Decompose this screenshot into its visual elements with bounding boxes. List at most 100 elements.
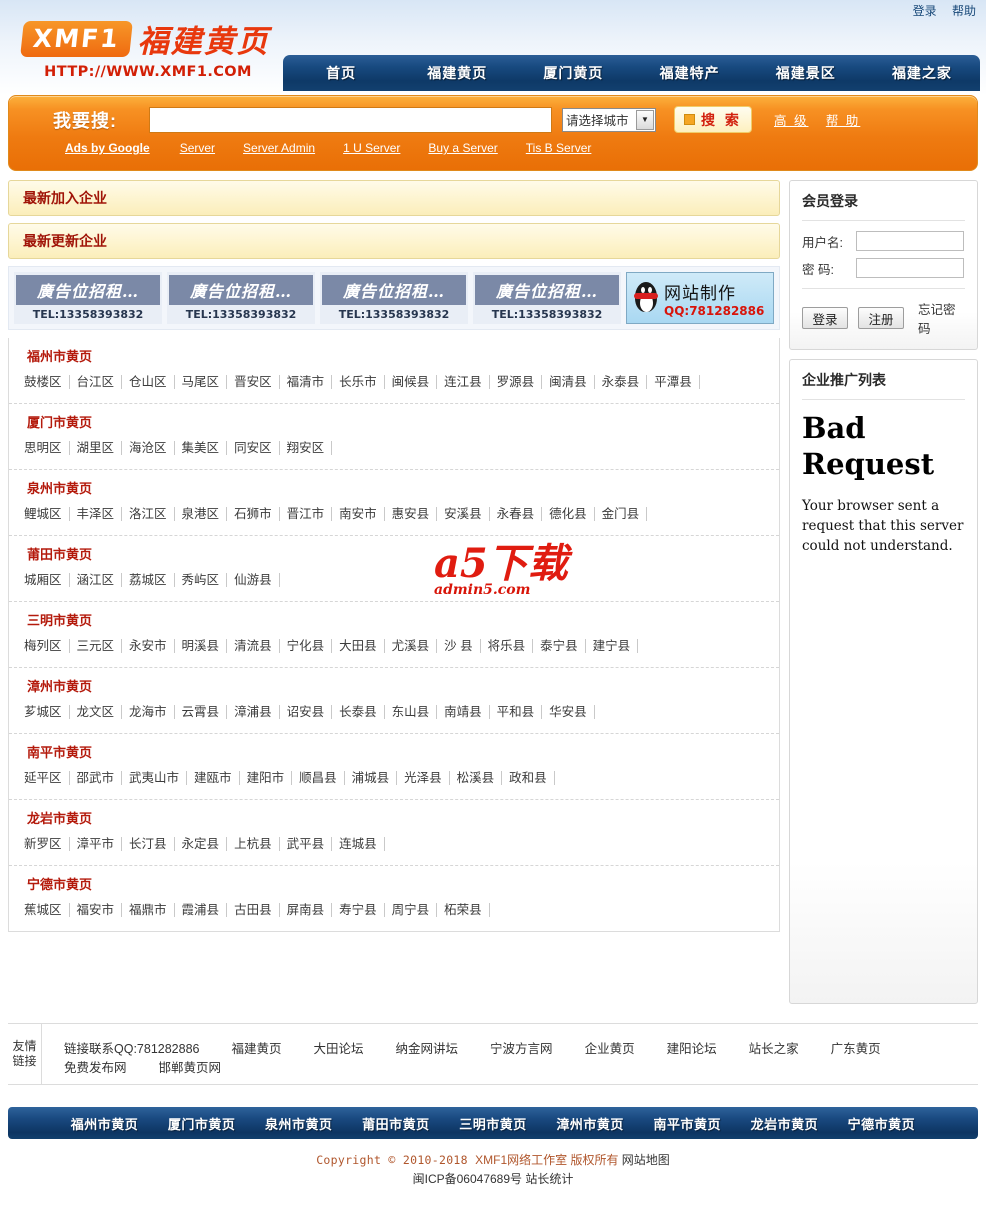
district-link[interactable]: 长汀县 <box>122 837 175 851</box>
district-link[interactable]: 永安市 <box>122 639 175 653</box>
district-link[interactable]: 建阳市 <box>239 771 293 785</box>
footer-nav-putian[interactable]: 莆田市黄页 <box>347 1114 444 1133</box>
district-link[interactable]: 龙文区 <box>69 705 123 719</box>
district-link[interactable]: 丰泽区 <box>69 507 123 521</box>
username-input[interactable] <box>856 231 964 251</box>
nav-item-fujian-yellowpages[interactable]: 福建黄页 <box>399 63 515 83</box>
district-link[interactable]: 晋江市 <box>279 507 333 521</box>
login-link[interactable]: 登录 <box>913 4 937 18</box>
city-title-ningde[interactable]: 宁德市黄页 <box>9 874 779 893</box>
district-link[interactable]: 龙海市 <box>122 705 175 719</box>
district-link[interactable]: 政和县 <box>502 771 555 785</box>
nav-item-xiamen-yellowpages[interactable]: 厦门黄页 <box>515 63 631 83</box>
chevron-down-icon[interactable]: ▼ <box>636 109 654 130</box>
footer-nav-quanzhou[interactable]: 泉州市黄页 <box>250 1114 347 1133</box>
district-link[interactable]: 连江县 <box>437 375 490 389</box>
district-link[interactable]: 惠安县 <box>384 507 438 521</box>
friend-link-free-publish[interactable]: 免费发布网 <box>64 1061 127 1075</box>
footer-nav-zhangzhou[interactable]: 漳州市黄页 <box>542 1114 639 1133</box>
district-link[interactable]: 长乐市 <box>332 375 385 389</box>
district-link[interactable]: 德化县 <box>542 507 595 521</box>
ad-link-server[interactable]: Server <box>180 141 215 155</box>
district-link[interactable]: 长泰县 <box>332 705 385 719</box>
district-link[interactable]: 福鼎市 <box>122 903 175 917</box>
district-link[interactable]: 马尾区 <box>174 375 228 389</box>
ad-link-buy-a-server[interactable]: Buy a Server <box>428 141 497 155</box>
district-link[interactable]: 大田县 <box>332 639 385 653</box>
city-title-sanming[interactable]: 三明市黄页 <box>9 610 779 629</box>
district-link[interactable]: 仙游县 <box>227 573 280 587</box>
district-link[interactable]: 南安市 <box>332 507 385 521</box>
district-link[interactable]: 永春县 <box>489 507 543 521</box>
ad-link-tis-b-server[interactable]: Tis B Server <box>526 141 592 155</box>
district-link[interactable]: 翔安区 <box>279 441 333 455</box>
district-link[interactable]: 顺昌县 <box>292 771 345 785</box>
district-link[interactable]: 邵武市 <box>69 771 123 785</box>
friend-link-handan-yellowpages[interactable]: 邯郸黄页网 <box>159 1061 222 1075</box>
ad-banner-1[interactable]: 廣告位招租… TEL:13358393832 <box>14 272 162 324</box>
city-title-fuzhou[interactable]: 福州市黄页 <box>9 346 779 365</box>
district-link[interactable]: 浦城县 <box>344 771 398 785</box>
search-input[interactable] <box>149 106 552 133</box>
district-link[interactable]: 泰宁县 <box>533 639 586 653</box>
city-title-zhangzhou[interactable]: 漳州市黄页 <box>9 676 779 695</box>
district-link[interactable]: 新罗区 <box>17 837 70 851</box>
city-title-xiamen[interactable]: 厦门市黄页 <box>9 412 779 431</box>
site-logo[interactable]: XMF1 福建黄页 HTTP://WWW.XMF1.COM <box>20 16 274 80</box>
footer-nav-fuzhou[interactable]: 福州市黄页 <box>56 1114 153 1133</box>
friend-link-webmaster-home[interactable]: 站长之家 <box>749 1042 799 1056</box>
district-link[interactable]: 仓山区 <box>122 375 175 389</box>
district-link[interactable]: 闽候县 <box>384 375 438 389</box>
district-link[interactable]: 海沧区 <box>122 441 175 455</box>
ads-by-google-label[interactable]: Ads by Google <box>65 141 150 155</box>
friend-link-ningbo-dialect[interactable]: 宁波方言网 <box>490 1042 553 1056</box>
district-link[interactable]: 东山县 <box>384 705 438 719</box>
district-link[interactable]: 柘荣县 <box>437 903 490 917</box>
district-link[interactable]: 鼓楼区 <box>17 375 70 389</box>
district-link[interactable]: 华安县 <box>542 705 595 719</box>
district-link[interactable]: 同安区 <box>227 441 280 455</box>
district-link[interactable]: 福清市 <box>279 375 333 389</box>
district-link[interactable]: 寿宁县 <box>332 903 385 917</box>
ad-link-server-admin[interactable]: Server Admin <box>243 141 315 155</box>
district-link[interactable]: 集美区 <box>174 441 228 455</box>
district-link[interactable]: 周宁县 <box>384 903 438 917</box>
search-button[interactable]: 搜 索 <box>674 106 752 133</box>
nav-item-fujian-specialty[interactable]: 福建特产 <box>632 63 748 83</box>
ad-banner-qq-webdesign[interactable]: 网站制作 QQ:781282886 <box>626 272 774 324</box>
district-link[interactable]: 漳浦县 <box>227 705 280 719</box>
ad-banner-4[interactable]: 廣告位招租… TEL:13358393832 <box>473 272 621 324</box>
district-link[interactable]: 建瓯市 <box>187 771 240 785</box>
friend-link-guangdong-yellowpages[interactable]: 广东黄页 <box>831 1042 881 1056</box>
city-title-quanzhou[interactable]: 泉州市黄页 <box>9 478 779 497</box>
district-link[interactable]: 南靖县 <box>437 705 490 719</box>
advanced-search-link[interactable]: 高 级 <box>774 114 808 128</box>
district-link[interactable]: 湖里区 <box>69 441 123 455</box>
help-link[interactable]: 帮助 <box>952 4 976 18</box>
district-link[interactable]: 上杭县 <box>227 837 280 851</box>
district-link[interactable]: 永定县 <box>174 837 228 851</box>
ad-banner-2[interactable]: 廣告位招租… TEL:13358393832 <box>167 272 315 324</box>
friend-link-najin-forum[interactable]: 纳金网讲坛 <box>396 1042 459 1056</box>
friend-link-fujian-yellowpages[interactable]: 福建黄页 <box>232 1042 282 1056</box>
district-link[interactable]: 屏南县 <box>279 903 333 917</box>
district-link[interactable]: 晋安区 <box>227 375 280 389</box>
district-link[interactable]: 城厢区 <box>17 573 70 587</box>
district-link[interactable]: 福安市 <box>69 903 123 917</box>
nav-item-home[interactable]: 首页 <box>283 63 399 83</box>
district-link[interactable]: 连城县 <box>332 837 385 851</box>
district-link[interactable]: 云霄县 <box>174 705 228 719</box>
sitemap-link[interactable]: 网站地图 <box>622 1153 670 1167</box>
district-link[interactable]: 宁化县 <box>279 639 333 653</box>
friend-link-enterprise-yellowpages[interactable]: 企业黄页 <box>585 1042 635 1056</box>
district-link[interactable]: 泉港区 <box>174 507 228 521</box>
district-link[interactable]: 建宁县 <box>585 639 639 653</box>
district-link[interactable]: 明溪县 <box>174 639 228 653</box>
district-link[interactable]: 台江区 <box>69 375 123 389</box>
search-help-link[interactable]: 帮 助 <box>826 114 860 128</box>
district-link[interactable]: 诏安县 <box>279 705 333 719</box>
district-link[interactable]: 沙 县 <box>437 639 481 653</box>
district-link[interactable]: 永泰县 <box>594 375 648 389</box>
footer-nav-xiamen[interactable]: 厦门市黄页 <box>153 1114 250 1133</box>
district-link[interactable]: 武平县 <box>279 837 333 851</box>
